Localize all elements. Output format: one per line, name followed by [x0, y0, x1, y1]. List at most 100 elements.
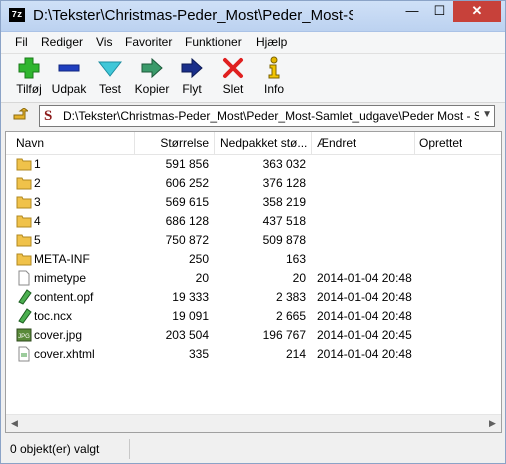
file-size: 591 856 [165, 157, 209, 171]
document-icon [16, 308, 32, 324]
folder-icon [16, 213, 32, 229]
list-item[interactable]: 1 591 856 363 032 [6, 155, 501, 174]
horizontal-scrollbar[interactable]: ◀ ▶ [6, 414, 501, 432]
file-packed-size: 2 665 [275, 309, 306, 323]
file-size: 569 615 [165, 195, 209, 209]
list-item[interactable]: cover.xhtml 335 214 2014-01-04 20:48 [6, 345, 501, 364]
list-item[interactable]: 2 606 252 376 128 [6, 174, 501, 193]
column-size[interactable]: Størrelse [136, 136, 209, 150]
column-modified[interactable]: Ændret [317, 136, 356, 150]
file-name: 5 [34, 233, 41, 247]
delete-button[interactable]: Slet [211, 56, 255, 96]
file-size: 750 872 [165, 233, 209, 247]
file-packed-size: 20 [292, 271, 306, 285]
delete-x-icon [223, 58, 243, 78]
status-divider [129, 439, 130, 459]
file-name: content.opf [34, 290, 94, 304]
column-created[interactable]: Oprettet [419, 136, 462, 150]
selection-status: 0 objekt(er) valgt [10, 442, 100, 456]
list-item[interactable]: JPG cover.jpg 203 504 196 767 2014-01-04 20:… [6, 326, 501, 345]
folder-up-icon[interactable] [12, 108, 28, 124]
web-document-icon [16, 346, 32, 362]
move-button[interactable]: Flyt [170, 56, 214, 96]
add-button[interactable]: Tilføj [7, 56, 51, 96]
file-name: cover.xhtml [34, 347, 95, 361]
file-modified: 2014-01-04 20:48 [317, 290, 412, 304]
menu-view[interactable]: Vis [96, 35, 112, 49]
test-label: Test [98, 82, 121, 96]
file-packed-size: 358 219 [262, 195, 306, 209]
file-list[interactable]: Navn Størrelse Nedpakket stø... Ændret O… [5, 131, 502, 433]
file-packed-size: 509 878 [262, 233, 306, 247]
file-size: 19 091 [172, 309, 209, 323]
file-packed-size: 163 [285, 252, 306, 266]
file-packed-size: 363 032 [262, 157, 306, 171]
folder-icon [16, 251, 32, 267]
list-item[interactable]: 3 569 615 358 219 [6, 193, 501, 212]
menu-bar: Fil Rediger Vis Favoriter Funktioner Hjæ… [1, 32, 505, 54]
file-size: 335 [188, 347, 209, 361]
file-name: 1 [34, 157, 41, 171]
copy-button[interactable]: Kopier [130, 56, 174, 96]
file-size: 606 252 [165, 176, 209, 190]
check-icon [98, 61, 122, 77]
minus-icon [58, 64, 80, 72]
add-label: Tilføj [16, 82, 42, 96]
move-label: Flyt [182, 82, 202, 96]
svg-text:JPG: JPG [18, 334, 30, 340]
file-name: META-INF [34, 252, 90, 266]
list-item[interactable]: mimetype 20 20 2014-01-04 20:48 [6, 269, 501, 288]
archive-s-icon: S [44, 108, 53, 124]
menu-help[interactable]: Hjælp [256, 35, 287, 49]
column-packed-size[interactable]: Nedpakket stø... [220, 136, 310, 150]
file-packed-size: 2 383 [275, 290, 306, 304]
folder-icon [16, 156, 32, 172]
minimize-button[interactable]: — [398, 1, 426, 22]
chevron-down-icon[interactable]: ▼ [482, 109, 492, 120]
document-icon [16, 289, 32, 305]
folder-icon [16, 175, 32, 191]
menu-tools[interactable]: Funktioner [185, 35, 242, 49]
file-modified: 2014-01-04 20:48 [317, 271, 412, 285]
menu-file[interactable]: Fil [15, 35, 28, 49]
column-name[interactable]: Navn [16, 136, 44, 150]
file-name: mimetype [34, 271, 87, 285]
address-bar: S D:\Tekster\Christmas-Peder_Most\Peder_… [1, 103, 505, 129]
extract-label: Udpak [51, 82, 87, 96]
file-size: 203 504 [165, 328, 209, 342]
info-label: Info [263, 82, 284, 96]
path-input[interactable]: S D:\Tekster\Christmas-Peder_Most\Peder_… [39, 105, 495, 127]
plus-icon [18, 57, 40, 79]
scroll-left-icon[interactable]: ◀ [6, 415, 23, 432]
status-bar: 0 objekt(er) valgt [1, 435, 505, 463]
file-name: 3 [34, 195, 41, 209]
extract-button[interactable]: Udpak [47, 56, 91, 96]
list-item[interactable]: toc.ncx 19 091 2 665 2014-01-04 20:48 [6, 307, 501, 326]
app-7zip-icon[interactable]: 7z [9, 8, 25, 22]
file-packed-size: 214 [285, 347, 306, 361]
close-button[interactable]: ✕ [453, 1, 501, 22]
menu-favorites[interactable]: Favoriter [125, 35, 172, 49]
file-modified: 2014-01-04 20:45 [317, 328, 412, 342]
list-item[interactable]: 5 750 872 509 878 [6, 231, 501, 250]
list-item[interactable]: META-INF 250 163 [6, 250, 501, 269]
copy-label: Kopier [134, 82, 170, 96]
copy-arrow-icon [141, 57, 163, 79]
list-item[interactable]: 4 686 128 437 518 [6, 212, 501, 231]
maximize-button[interactable]: ☐ [426, 1, 453, 22]
info-button[interactable]: Info [252, 56, 296, 96]
file-size: 250 [188, 252, 209, 266]
image-icon: JPG [16, 327, 32, 343]
list-item[interactable]: content.opf 19 333 2 383 2014-01-04 20:48 [6, 288, 501, 307]
file-name: 2 [34, 176, 41, 190]
file-size: 20 [195, 271, 209, 285]
file-packed-size: 437 518 [262, 214, 306, 228]
move-arrow-icon [181, 57, 203, 79]
scroll-right-icon[interactable]: ▶ [484, 415, 501, 432]
path-text: D:\Tekster\Christmas-Peder_Most\Peder_Mo… [63, 109, 479, 123]
title-bar[interactable]: 7z D:\Tekster\Christmas-Peder_Most\Peder… [1, 1, 505, 32]
test-button[interactable]: Test [88, 56, 132, 96]
toolbar: Tilføj Udpak Test Kopier Flyt Slet Info [1, 54, 505, 103]
file-name: 4 [34, 214, 41, 228]
menu-edit[interactable]: Rediger [41, 35, 83, 49]
